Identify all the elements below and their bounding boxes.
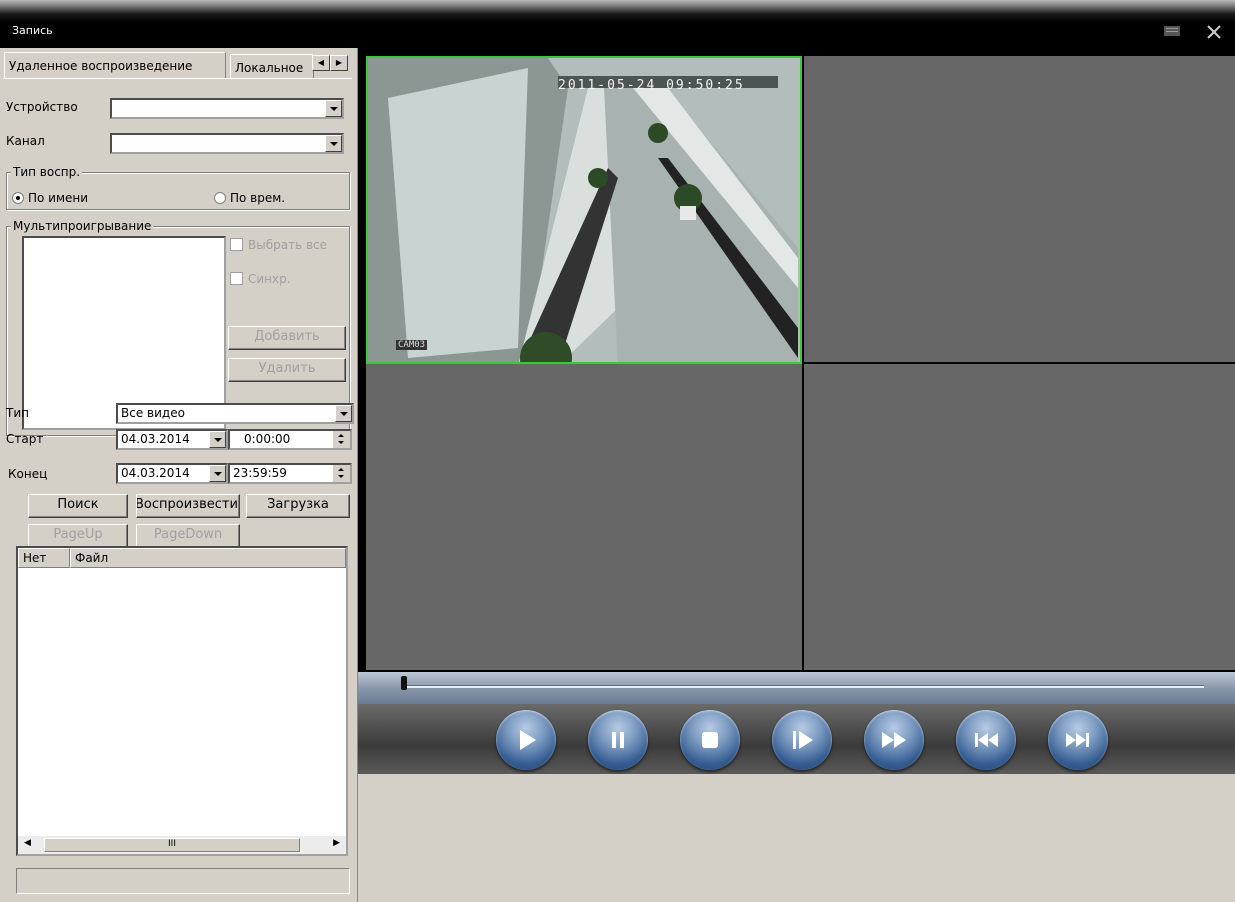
video-pane-2[interactable] [804, 56, 1235, 362]
chevron-down-icon[interactable] [325, 135, 342, 152]
tab-scroll-left-icon[interactable]: ◀ [312, 55, 330, 71]
radio-by-name[interactable]: По имени [12, 191, 88, 205]
radio-off-icon [214, 192, 226, 204]
playback-type-title: Тип воспр. [11, 165, 83, 179]
channel-select[interactable] [110, 133, 344, 154]
minimize-icon[interactable] [1163, 24, 1181, 41]
start-time-value: 0:00:00 [244, 432, 291, 446]
pagedown-button[interactable]: PageDown [136, 524, 240, 548]
spin-icon[interactable] [333, 465, 350, 482]
radio-by-time[interactable]: По врем. [214, 191, 285, 205]
type-value: Все видео [121, 406, 185, 420]
sync-checkbox[interactable]: Синхр. [230, 272, 291, 286]
end-time-field[interactable]: 23:59:59 [228, 463, 352, 484]
info-area [358, 774, 1235, 902]
start-label: Старт [6, 432, 44, 446]
select-all-label: Выбрать все [248, 238, 328, 252]
play-icon[interactable] [496, 710, 556, 770]
video-pane-1[interactable]: 2011-05-24 09:50:25 CAM03 [366, 56, 802, 364]
end-date-value: 04.03.2014 [121, 466, 190, 480]
multiplay-title: Мультипроигрывание [11, 219, 154, 233]
pageup-button[interactable]: PageUp [28, 524, 128, 548]
device-label: Устройство [6, 100, 78, 114]
column-header-no[interactable]: Нет [18, 548, 70, 568]
play-button[interactable]: Воспроизвести [136, 494, 240, 518]
end-label: Конец [8, 467, 48, 481]
fast-forward-icon[interactable] [864, 710, 924, 770]
skip-back-icon[interactable] [956, 710, 1016, 770]
start-date-value: 04.03.2014 [121, 432, 190, 446]
tab-remote-playback[interactable]: Удаленное воспроизведение [4, 52, 226, 78]
scroll-thumb[interactable]: III [44, 838, 300, 852]
add-button[interactable]: Добавить [228, 326, 346, 350]
select-all-checkbox[interactable]: Выбрать все [230, 238, 327, 252]
chevron-down-icon[interactable] [335, 405, 352, 422]
sync-label: Синхр. [248, 272, 291, 286]
end-date-picker[interactable]: 04.03.2014 [116, 463, 228, 484]
start-time-field[interactable]: 0:00:00 [228, 429, 352, 450]
video-grid: 2011-05-24 09:50:25 CAM03 [358, 48, 1235, 672]
delete-button[interactable]: Удалить [228, 358, 346, 382]
progress-track[interactable] [404, 685, 1204, 688]
radio-by-name-label: По имени [28, 191, 89, 205]
window-title: Запись [12, 24, 53, 37]
checkbox-icon [230, 238, 243, 251]
end-time-value: 23:59:59 [233, 466, 287, 480]
video-pane-3[interactable] [366, 364, 802, 670]
file-list[interactable]: Нет Файл ◀ III ▶ [16, 546, 348, 856]
start-date-picker[interactable]: 04.03.2014 [116, 429, 228, 450]
search-button[interactable]: Поиск [28, 494, 128, 518]
scroll-right-icon[interactable]: ▶ [333, 838, 340, 848]
horizontal-scrollbar[interactable]: ◀ III ▶ [18, 836, 346, 854]
tab-local[interactable]: Локальное [230, 54, 314, 78]
playback-controls [358, 704, 1235, 774]
video-timestamp: 2011-05-24 09:50:25 [558, 78, 745, 93]
camera-label: CAM03 [396, 340, 428, 350]
radio-on-icon [12, 192, 24, 204]
download-button[interactable]: Загрузка [246, 494, 350, 518]
tab-scroll-right-icon[interactable]: ▶ [330, 55, 348, 71]
pause-icon[interactable] [588, 710, 648, 770]
chevron-down-icon[interactable] [325, 100, 342, 117]
scroll-left-icon[interactable]: ◀ [24, 838, 31, 848]
tab-scroll: ◀ ▶ [312, 54, 348, 71]
corridor-video-frame [368, 58, 800, 362]
column-header-file[interactable]: Файл [70, 548, 346, 568]
channel-label: Канал [6, 134, 45, 148]
skip-forward-icon[interactable] [1048, 710, 1108, 770]
close-icon[interactable] [1206, 24, 1222, 43]
step-forward-icon[interactable] [772, 710, 832, 770]
chevron-down-icon[interactable] [209, 431, 226, 448]
playback-progress-bar[interactable] [358, 672, 1235, 704]
chevron-down-icon[interactable] [209, 465, 226, 482]
multiplay-list[interactable] [22, 236, 226, 430]
type-select[interactable]: Все видео [116, 403, 354, 424]
title-bar: Запись [0, 0, 1235, 48]
progress-knob[interactable] [401, 676, 407, 690]
spin-icon[interactable] [333, 431, 350, 448]
checkbox-icon [230, 272, 243, 285]
device-select[interactable] [110, 98, 344, 119]
status-field [16, 868, 350, 894]
stop-icon[interactable] [680, 710, 740, 770]
type-label: Тип [6, 406, 29, 420]
video-pane-4[interactable] [804, 364, 1235, 670]
radio-by-time-label: По врем. [230, 191, 286, 205]
